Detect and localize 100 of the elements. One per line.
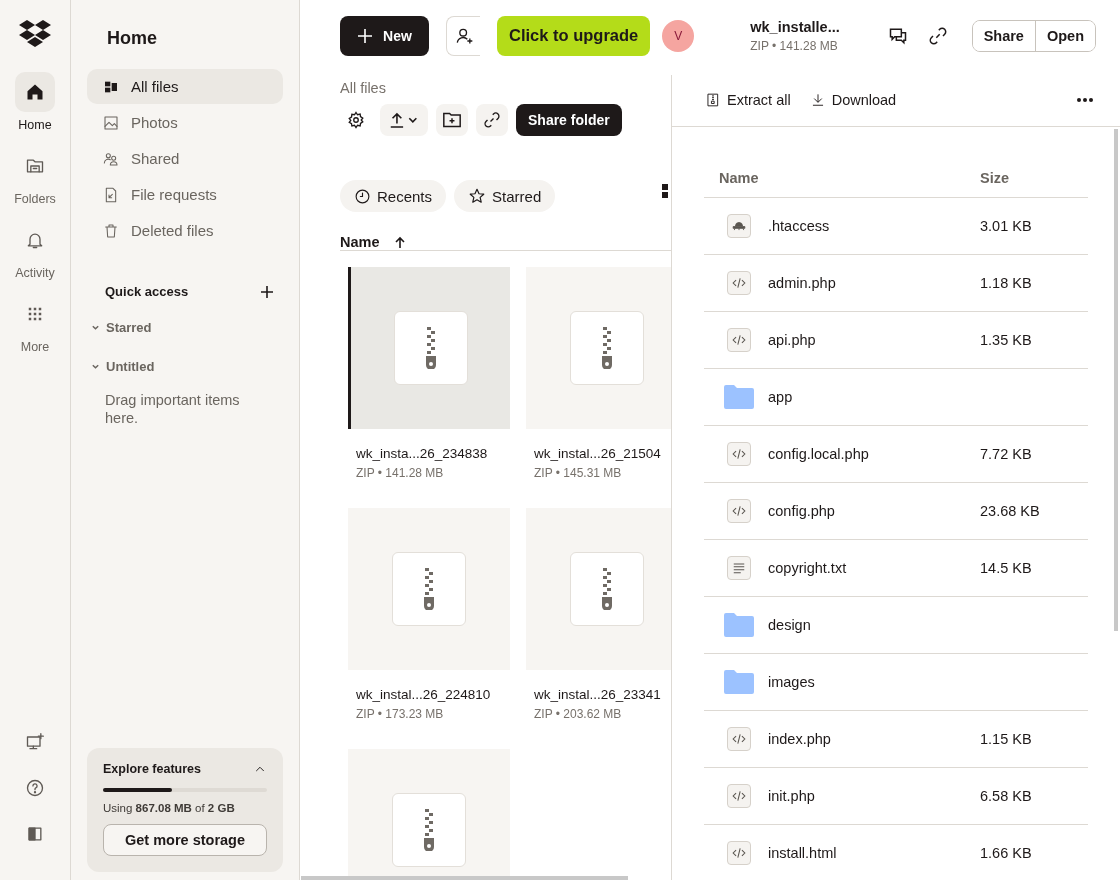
zipper-icon xyxy=(424,327,437,369)
file-thumbnail[interactable] xyxy=(348,267,510,429)
file-name[interactable]: images xyxy=(768,674,815,690)
file-size: 23.68 KB xyxy=(980,503,1040,519)
folder-icon xyxy=(724,613,754,637)
file-thumbnail[interactable] xyxy=(526,508,671,670)
link-button[interactable] xyxy=(476,104,508,136)
download-icon xyxy=(810,92,825,107)
folder-icon xyxy=(724,385,754,409)
file-size: 14.5 KB xyxy=(980,560,1032,576)
file-thumbnail[interactable] xyxy=(348,508,510,670)
plus-icon xyxy=(261,286,273,298)
star-icon xyxy=(468,187,487,205)
usage-text: Using 867.08 MB of 2 GB xyxy=(103,802,236,814)
sort-header[interactable]: Name xyxy=(340,234,406,250)
code-file-icon xyxy=(727,328,751,352)
file-size: 3.01 KB xyxy=(980,218,1032,234)
file-size: 1.66 KB xyxy=(980,845,1032,861)
image-icon xyxy=(103,114,119,131)
file-name[interactable]: index.php xyxy=(768,731,831,747)
zipper-icon xyxy=(601,568,613,610)
nav-rail-item[interactable]: Folders xyxy=(14,146,56,206)
code-file-icon xyxy=(727,442,751,466)
chevron-icon xyxy=(91,323,100,332)
file-thumbnail[interactable] xyxy=(526,267,671,429)
nav-rail-item[interactable]: More xyxy=(15,294,55,354)
toolbar-action[interactable]: Download xyxy=(810,91,897,108)
upload-button[interactable] xyxy=(380,104,428,136)
upgrade-button[interactable]: Click to upgrade xyxy=(497,15,651,56)
collapsible-section[interactable]: Starred xyxy=(87,319,283,336)
sidebar-item[interactable]: File requests xyxy=(87,177,283,212)
breadcrumb[interactable]: All files xyxy=(340,80,671,96)
scrollbar[interactable] xyxy=(301,876,628,880)
toolbar-action[interactable]: Extract all xyxy=(706,91,791,108)
file-size: 6.58 KB xyxy=(980,788,1032,804)
sidebar-item[interactable]: All files xyxy=(87,69,283,104)
card-title: Explore features xyxy=(103,762,201,776)
file-name[interactable]: config.php xyxy=(768,503,835,519)
code-file-icon xyxy=(727,727,751,751)
file-name[interactable]: wk_instal...26_224810 xyxy=(356,687,510,702)
add-member-button[interactable] xyxy=(446,15,480,56)
file-name[interactable]: config.local.php xyxy=(768,446,869,462)
zipper-icon xyxy=(423,809,435,851)
file-request-icon xyxy=(103,186,119,203)
more-icon xyxy=(1076,96,1094,103)
column-header[interactable]: Name xyxy=(719,170,980,186)
filter-chip[interactable]: Recents xyxy=(340,180,447,212)
people-icon xyxy=(103,150,119,167)
more-options-button[interactable] xyxy=(1076,96,1094,103)
file-name[interactable]: init.php xyxy=(768,788,815,804)
sidebar-title: Home xyxy=(106,28,158,49)
section-heading: Quick access xyxy=(105,283,189,299)
nav-rail-item[interactable]: Activity xyxy=(15,220,55,280)
trash-icon xyxy=(103,222,119,239)
code-file-icon xyxy=(727,499,751,523)
scrollbar[interactable] xyxy=(1114,129,1118,631)
file-name[interactable]: design xyxy=(768,617,811,633)
text-file-icon xyxy=(727,556,751,580)
file-type-icon xyxy=(727,214,751,238)
zipper-icon xyxy=(601,327,613,369)
link-icon xyxy=(483,111,501,129)
file-name[interactable]: api.php xyxy=(768,332,816,348)
collapsible-section[interactable]: Untitled xyxy=(87,358,283,375)
get-storage-button[interactable]: Get more storage xyxy=(103,824,267,856)
new-folder-button[interactable] xyxy=(436,104,468,136)
code-file-icon xyxy=(727,784,751,808)
file-meta: ZIP • 173.23 MB xyxy=(356,707,445,721)
file-name[interactable]: wk_instal...26_23341 xyxy=(534,687,671,702)
file-name[interactable]: admin.php xyxy=(768,275,836,291)
help-icon xyxy=(25,778,45,798)
arrow-up-icon xyxy=(393,235,406,249)
file-name[interactable]: app xyxy=(768,389,793,405)
new-button[interactable]: New xyxy=(340,15,429,56)
share-folder-button[interactable]: Share folder xyxy=(516,104,622,136)
sidebar-item[interactable]: Photos xyxy=(87,105,283,140)
file-meta: ZIP • 145.31 MB xyxy=(534,466,623,480)
file-name[interactable]: .htaccess xyxy=(768,218,830,234)
grid-view-icon[interactable] xyxy=(662,184,668,198)
file-name[interactable]: copyright.txt xyxy=(768,560,847,576)
avatar[interactable]: V xyxy=(662,19,695,52)
file-meta: ZIP • 141.28 MB xyxy=(356,466,445,480)
zipper-icon xyxy=(423,568,435,610)
file-size: 7.72 KB xyxy=(980,446,1032,462)
logo-icon[interactable] xyxy=(19,20,51,48)
chevron-icon xyxy=(91,362,100,371)
folder-icon xyxy=(724,670,754,694)
file-name[interactable]: install.html xyxy=(768,845,837,861)
home-icon xyxy=(25,82,45,102)
file-meta: ZIP • 141.28 MB xyxy=(750,38,839,53)
plus-icon xyxy=(357,27,374,44)
file-size: 1.35 KB xyxy=(980,332,1032,348)
file-name[interactable]: wk_insta...26_234838 xyxy=(356,446,510,461)
file-name[interactable]: wk_instal...26_21504 xyxy=(534,446,671,461)
open-button[interactable]: Open xyxy=(1034,20,1095,51)
filter-chip[interactable]: Starred xyxy=(454,180,556,212)
settings-icon xyxy=(347,111,365,129)
link-button[interactable] xyxy=(927,25,948,46)
column-header[interactable]: Size xyxy=(980,170,1088,186)
sidebar-item[interactable]: Deleted files xyxy=(87,213,283,248)
sidebar-item[interactable]: Shared xyxy=(87,141,283,176)
